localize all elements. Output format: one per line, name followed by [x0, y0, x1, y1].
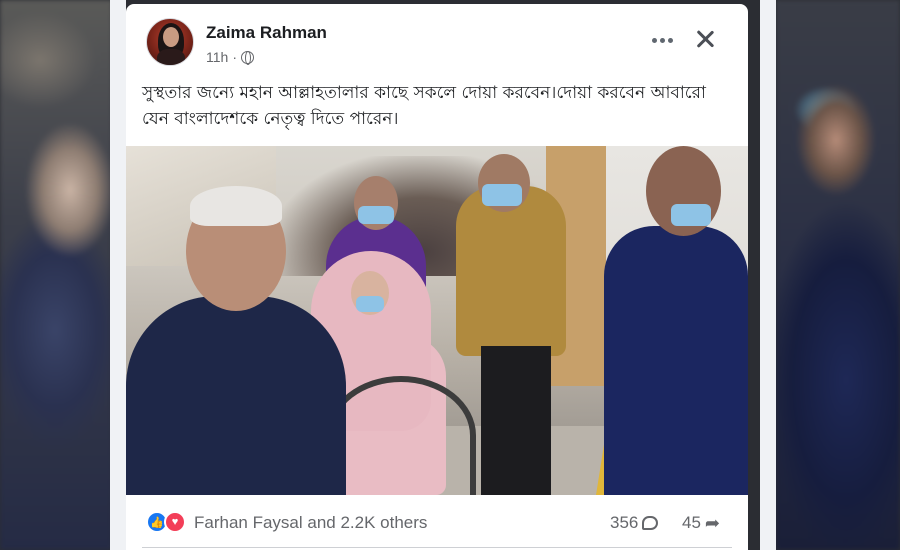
backdrop-gap-left: [110, 0, 126, 550]
avatar-face: [163, 27, 179, 47]
photo-person-vest-legs: [481, 346, 551, 495]
backdrop-gap-right: [760, 0, 776, 550]
post-photo[interactable]: [126, 146, 748, 495]
photo-person-left-body: [126, 296, 346, 495]
post-time[interactable]: 11h: [206, 49, 228, 65]
photo-mask: [671, 204, 711, 226]
globe-icon[interactable]: [241, 50, 254, 65]
reaction-summary[interactable]: Farhan Faysal and 2.2K others: [194, 513, 427, 533]
photo-mask: [358, 206, 394, 224]
photo-mask: [482, 184, 522, 206]
photo-person-right: [604, 226, 748, 495]
close-icon[interactable]: [692, 26, 718, 52]
comment-count[interactable]: 356: [610, 513, 659, 533]
post-meta: 11h ·: [206, 49, 254, 65]
blurred-backdrop-right: [776, 0, 900, 550]
more-options-icon[interactable]: [648, 28, 676, 52]
comment-icon: [642, 516, 659, 530]
photo-person-vest: [456, 186, 566, 356]
share-count[interactable]: 45 ➦: [682, 513, 720, 533]
meta-separator: ·: [232, 49, 237, 65]
photo-mask: [356, 296, 384, 312]
author-avatar[interactable]: [146, 18, 194, 66]
share-count-value: 45: [682, 513, 701, 532]
share-icon: ➦: [704, 512, 721, 533]
avatar-body: [157, 49, 185, 65]
photo-person-left-hair: [190, 186, 282, 226]
author-name[interactable]: Zaima Rahman: [206, 23, 327, 43]
photo-wheelchair: [326, 376, 476, 495]
love-icon[interactable]: ♥: [164, 511, 186, 533]
reactions-bar: 👍 ♥ Farhan Faysal and 2.2K others 356 45…: [126, 504, 748, 544]
post-card: Zaima Rahman 11h · সুস্থতার জন্যে মহান আ…: [126, 4, 748, 550]
blurred-backdrop-left: [0, 0, 112, 550]
comment-count-value: 356: [610, 513, 639, 532]
post-text: সুস্থতার জন্যে মহান আল্লাহতালার কাছে সকল…: [142, 83, 706, 129]
divider: [142, 547, 732, 548]
post-header: Zaima Rahman 11h ·: [126, 4, 748, 78]
